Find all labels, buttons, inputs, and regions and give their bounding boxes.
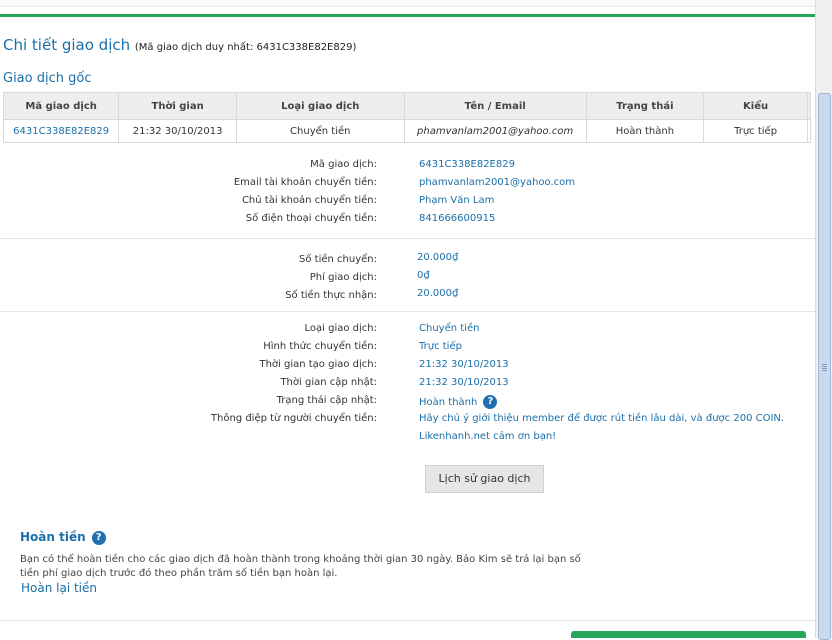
detail-row-message: Thông điệp từ người chuyển tiền: Hãy chú… — [0, 413, 815, 427]
scrollbar-grip — [822, 366, 827, 367]
original-transaction-title: Giao dịch gốc — [3, 71, 92, 86]
value-created: 21:32 30/10/2013 — [419, 359, 509, 370]
detail-row-received: Số tiền thực nhận: 20.000₫ — [0, 288, 815, 302]
detail-row-created: Thời gian tạo giao dịch: 21:32 30/10/201… — [0, 359, 815, 373]
label-received: Số tiền thực nhận: — [285, 290, 377, 301]
refund-description: Bạn có thể hoàn tiền cho các giao dịch đ… — [20, 554, 581, 579]
detail-row-message-2: Likenhanh.net cảm ơn bạn! — [0, 431, 815, 445]
value-message-line2: Likenhanh.net cảm ơn bạn! — [419, 431, 557, 442]
section-divider — [0, 238, 815, 239]
cell-extra — [807, 119, 811, 143]
col-extra — [807, 92, 811, 120]
cell-time: 21:32 30/10/2013 — [118, 119, 237, 143]
history-button[interactable]: Lịch sử giao dịch — [425, 465, 544, 493]
detail-row-phone: Số điện thoại chuyển tiền: 841666600915 — [0, 213, 815, 227]
page-title: Chi tiết giao dịch (Mã giao dịch duy nhấ… — [3, 36, 356, 54]
detail-row-form: Hình thức chuyển tiền: Trực tiếp — [0, 341, 815, 355]
table-header-row: Mã giao dịch Thời gian Loại giao dịch Tê… — [2, 92, 811, 120]
label-fee: Phí giao dịch: — [309, 272, 377, 283]
vertical-scrollbar[interactable] — [815, 0, 832, 640]
detail-row-email: Email tài khoản chuyển tiền: phamvanlam2… — [0, 177, 815, 191]
value-phone: 841666600915 — [419, 213, 496, 224]
value-form: Trực tiếp — [419, 341, 462, 352]
value-sent: 20.000₫ — [417, 252, 459, 263]
cell-email: phamvanlam2001@yahoo.com — [403, 119, 587, 143]
bottom-divider — [0, 620, 815, 621]
refund-link[interactable]: Hoàn lại tiền — [21, 581, 97, 595]
scrollbar-grip — [822, 368, 827, 369]
help-icon[interactable]: ? — [483, 395, 498, 409]
refund-title: Hoàn tiền? — [20, 530, 106, 545]
label-updated: Thời gian cập nhật: — [280, 377, 377, 388]
col-time: Thời gian — [118, 92, 237, 120]
cell-type: Chuyển tiền — [235, 119, 405, 143]
value-message-line1: Hãy chú ý giới thiệu member để được rút … — [419, 413, 785, 424]
scrollbar-thumb[interactable] — [818, 93, 831, 640]
cell-kind: Trực tiếp — [703, 119, 808, 143]
value-received: 20.000₫ — [417, 288, 459, 299]
cell-code-link[interactable]: 6431C338E82E829 — [2, 119, 120, 143]
label-type: Loại giao dịch: — [304, 323, 377, 334]
col-email: Tên / Email — [403, 92, 587, 120]
value-code: 6431C338E82E829 — [419, 159, 515, 170]
table-row: 6431C338E82E829 21:32 30/10/2013 Chuyển … — [2, 119, 811, 143]
page-title-text: Chi tiết giao dịch — [3, 36, 131, 54]
col-code: Mã giao dịch — [2, 92, 120, 120]
label-owner: Chủ tài khoản chuyển tiền: — [241, 195, 377, 206]
label-code: Mã giao dịch: — [310, 159, 377, 170]
detail-row-status: Trạng thái cập nhật: Hoàn thành? — [0, 395, 815, 409]
unique-id-text: (Mã giao dịch duy nhất: 6431C338E82E829) — [134, 42, 357, 53]
col-type: Loại giao dịch — [235, 92, 405, 120]
detail-row-sent: Số tiền chuyển: 20.000₫ — [0, 252, 815, 266]
refund-title-text: Hoàn tiền — [20, 530, 86, 544]
label-form: Hình thức chuyển tiền: — [263, 341, 377, 352]
label-sent: Số tiền chuyển: — [299, 254, 377, 265]
value-fee: 0₫ — [417, 270, 430, 281]
header-divider — [0, 14, 815, 17]
label-created: Thời gian tạo giao dịch: — [259, 359, 377, 370]
section-divider — [0, 311, 815, 312]
detail-row-fee: Phí giao dịch: 0₫ — [0, 270, 815, 284]
bottom-green-bar — [571, 631, 806, 638]
value-owner: Phạm Văn Lam — [419, 195, 495, 206]
detail-row-type: Loại giao dịch: Chuyển tiền — [0, 323, 815, 337]
scrollbar-grip — [822, 370, 827, 371]
value-updated: 21:32 30/10/2013 — [419, 377, 509, 388]
help-icon[interactable]: ? — [91, 530, 106, 545]
col-kind: Kiểu — [703, 92, 808, 120]
value-status: Hoàn thành — [419, 397, 478, 408]
detail-row-updated: Thời gian cập nhật: 21:32 30/10/2013 — [0, 377, 815, 391]
value-email: phamvanlam2001@yahoo.com — [419, 177, 576, 188]
cell-status: Hoàn thành — [585, 119, 705, 143]
col-status: Trạng thái — [585, 92, 705, 120]
label-email: Email tài khoản chuyển tiền: — [233, 177, 377, 188]
value-status-wrap: Hoàn thành? — [419, 395, 498, 409]
detail-row-code: Mã giao dịch: 6431C338E82E829 — [0, 159, 815, 173]
label-message: Thông điệp từ người chuyển tiền: — [210, 413, 377, 424]
original-transaction-table: Mã giao dịch Thời gian Loại giao dịch Tê… — [2, 92, 811, 143]
top-band — [0, 0, 815, 7]
value-type: Chuyển tiền — [419, 323, 480, 334]
label-phone: Số điện thoại chuyển tiền: — [245, 213, 377, 224]
detail-row-owner: Chủ tài khoản chuyển tiền: Phạm Văn Lam — [0, 195, 815, 209]
label-status: Trạng thái cập nhật: — [276, 395, 377, 406]
scrollbar-grip — [822, 364, 827, 365]
